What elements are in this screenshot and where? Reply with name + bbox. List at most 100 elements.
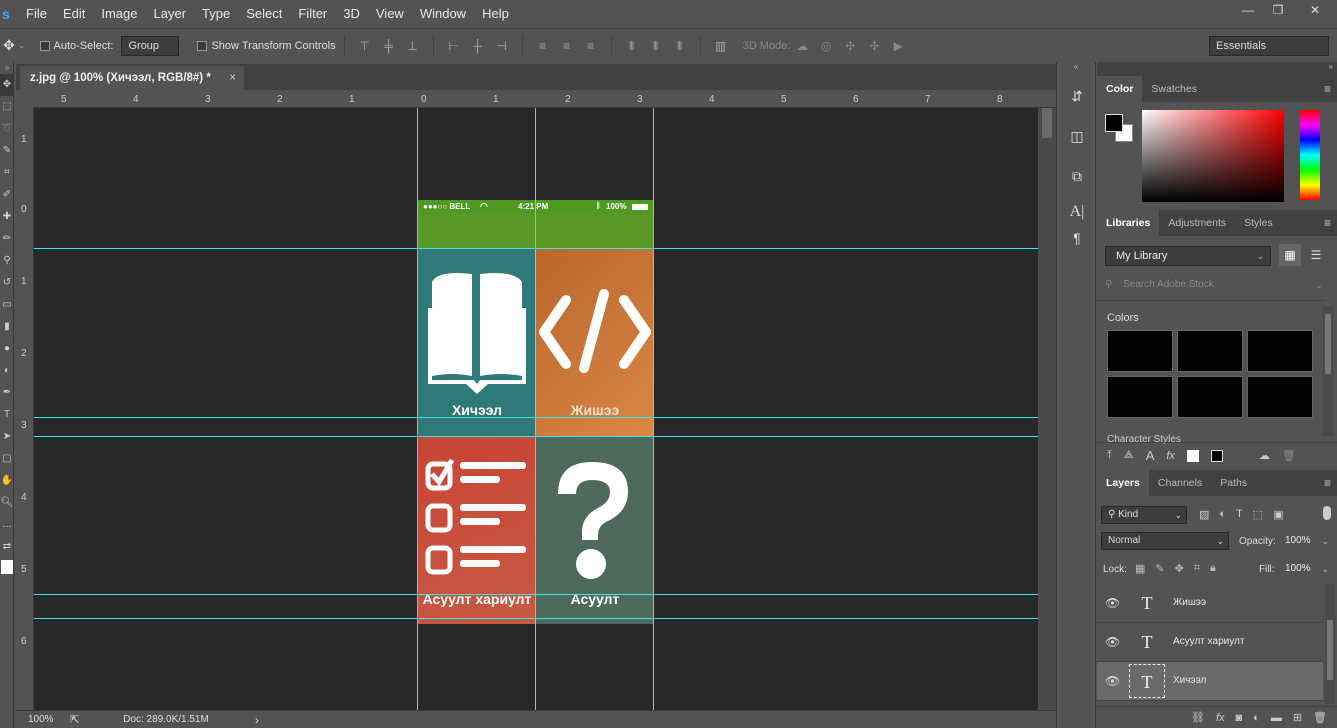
orbit-3d-icon[interactable]: ☁ bbox=[793, 38, 811, 54]
tab-swatches[interactable]: Swatches bbox=[1142, 76, 1206, 102]
canvas-vertical-scrollbar[interactable] bbox=[1038, 108, 1056, 710]
filter-type-icon[interactable]: T bbox=[1236, 508, 1243, 521]
auto-align-icon[interactable]: ▥ bbox=[712, 38, 730, 54]
creative-cloud-icon[interactable]: ☁ bbox=[1259, 449, 1270, 462]
blend-mode-dropdown[interactable]: Normal ⌄ bbox=[1101, 532, 1229, 550]
visibility-eye-icon[interactable]: 👁︎ bbox=[1105, 596, 1120, 610]
align-top-icon[interactable]: ⊤ bbox=[356, 38, 374, 54]
pan-3d-icon[interactable]: ✣ bbox=[841, 38, 859, 54]
menu-file[interactable]: File bbox=[18, 0, 55, 28]
guide-horizontal[interactable] bbox=[34, 417, 1038, 418]
collapse-panels-icon[interactable]: « bbox=[1057, 62, 1095, 76]
library-color-swatch[interactable] bbox=[1177, 376, 1243, 418]
menu-edit[interactable]: Edit bbox=[55, 0, 93, 28]
distribute-right-icon[interactable]: ⫴ bbox=[671, 38, 689, 54]
trash-icon[interactable]: 🗑︎ bbox=[1313, 711, 1327, 724]
library-color-swatch[interactable] bbox=[1247, 330, 1313, 372]
menu-view[interactable]: View bbox=[368, 0, 412, 28]
menu-help[interactable]: Help bbox=[474, 0, 517, 28]
zoom-tool-icon[interactable]: 🔍︎ bbox=[0, 492, 14, 514]
tab-adjustments[interactable]: Adjustments bbox=[1159, 210, 1235, 236]
tab-channels[interactable]: Channels bbox=[1149, 470, 1211, 496]
new-group-icon[interactable]: ▬ bbox=[1271, 712, 1282, 724]
show-transform-checkbox[interactable] bbox=[197, 40, 208, 51]
hue-slider[interactable] bbox=[1300, 110, 1320, 200]
more-tools-icon[interactable]: … bbox=[0, 514, 14, 536]
filter-adjustment-icon[interactable]: ◐ bbox=[1219, 508, 1226, 521]
layers-scrollbar[interactable] bbox=[1325, 584, 1335, 704]
distribute-bottom-icon[interactable]: ≡ bbox=[582, 38, 600, 54]
layer-mask-icon[interactable]: ◙ bbox=[1236, 712, 1243, 724]
visibility-eye-icon[interactable]: 👁︎ bbox=[1105, 635, 1120, 649]
align-bottom-icon[interactable]: ⊥ bbox=[404, 38, 422, 54]
move-tool-icon[interactable]: ✥ bbox=[0, 74, 14, 96]
slide-3d-icon[interactable]: ✢ bbox=[865, 38, 883, 54]
guide-horizontal[interactable] bbox=[34, 618, 1038, 619]
scrollbar-thumb[interactable] bbox=[1325, 314, 1331, 374]
library-dropdown[interactable]: My Library ⌄ bbox=[1105, 246, 1271, 266]
adjustment-panel-icon[interactable]: ⧉ bbox=[1057, 160, 1097, 192]
lock-all-icon[interactable]: 🔒︎ bbox=[1210, 562, 1216, 575]
tab-libraries[interactable]: Libraries bbox=[1097, 210, 1160, 236]
guide-horizontal[interactable] bbox=[34, 594, 1038, 595]
add-graphic-icon[interactable]: ⟁ bbox=[1124, 449, 1134, 462]
layer-row-selected[interactable]: 👁︎ T Хичээл bbox=[1097, 662, 1323, 701]
lock-pixels-icon[interactable]: ✎ bbox=[1155, 562, 1164, 575]
tab-layers[interactable]: Layers bbox=[1097, 470, 1149, 496]
guide-vertical[interactable] bbox=[417, 108, 418, 710]
brush-tool-icon[interactable]: ✏ bbox=[0, 228, 14, 250]
dodge-tool-icon[interactable]: ◐ bbox=[0, 360, 14, 382]
panel-menu-icon[interactable]: ≡ bbox=[1324, 476, 1331, 490]
stamp-tool-icon[interactable]: ⚲ bbox=[0, 250, 14, 272]
status-menu-chevron-icon[interactable]: › bbox=[255, 713, 259, 727]
roll-3d-icon[interactable]: ◎ bbox=[817, 38, 835, 54]
document-tab[interactable]: z.jpg @ 100% (Хичээл, RGB/8#) * × bbox=[20, 66, 244, 90]
stock-search[interactable]: ⚲ Search Adobe Stock ⌄ bbox=[1105, 276, 1327, 294]
guide-horizontal[interactable] bbox=[34, 248, 1038, 249]
layer-name[interactable]: Жишээ bbox=[1173, 597, 1206, 608]
shape-tool-icon[interactable]: ▢ bbox=[0, 448, 14, 470]
menu-image[interactable]: Image bbox=[93, 0, 145, 28]
menu-filter[interactable]: Filter bbox=[290, 0, 335, 28]
canvas-area[interactable]: ●●●○○ BELL ◠ 4:21 PM ᛒ 100% Хичээл Жишээ bbox=[34, 108, 1038, 710]
library-color-swatch[interactable] bbox=[1107, 376, 1173, 418]
guide-vertical[interactable] bbox=[535, 108, 536, 710]
align-right-icon[interactable]: ⊣ bbox=[493, 38, 511, 54]
lock-transparency-icon[interactable]: ▦ bbox=[1135, 562, 1145, 575]
distribute-top-icon[interactable]: ≡ bbox=[534, 38, 552, 54]
panel-menu-icon[interactable]: ≡ bbox=[1324, 82, 1331, 96]
swap-colors-icon[interactable]: ⇄ bbox=[0, 536, 14, 558]
healing-tool-icon[interactable]: ✚ bbox=[0, 206, 14, 228]
scrollbar-thumb[interactable] bbox=[1327, 620, 1333, 680]
distribute-hcenter-icon[interactable]: ⫴ bbox=[647, 38, 665, 54]
fill-field[interactable]: 100% ⌄ bbox=[1281, 560, 1333, 578]
restore-button[interactable]: ❐ bbox=[1263, 0, 1293, 22]
align-vcenter-icon[interactable]: ╪ bbox=[380, 38, 398, 54]
layer-name[interactable]: Хичээл bbox=[1173, 675, 1206, 686]
add-character-style-icon[interactable]: A bbox=[1146, 448, 1155, 463]
filter-smart-object-icon[interactable]: ▣ bbox=[1273, 508, 1283, 521]
panel-collapse-bar[interactable]: » bbox=[1097, 62, 1337, 76]
layer-row[interactable]: 👁︎ T Жишээ bbox=[1097, 584, 1323, 623]
path-select-tool-icon[interactable]: ➤ bbox=[0, 426, 14, 448]
lock-artboard-icon[interactable]: ⌗ bbox=[1194, 562, 1200, 575]
libraries-scrollbar[interactable] bbox=[1323, 306, 1333, 436]
collapse-toolbar-icon[interactable]: » bbox=[0, 62, 14, 74]
menu-layer[interactable]: Layer bbox=[146, 0, 195, 28]
history-brush-icon[interactable]: ↺ bbox=[0, 272, 14, 294]
tab-styles[interactable]: Styles bbox=[1235, 210, 1282, 236]
close-window-button[interactable]: ✕ bbox=[1293, 0, 1337, 22]
paragraph-panel-icon[interactable]: ¶ bbox=[1057, 222, 1097, 254]
zoom-level[interactable]: 100% bbox=[28, 714, 66, 725]
guide-horizontal[interactable] bbox=[34, 436, 1038, 437]
lock-position-icon[interactable]: ✥ bbox=[1175, 562, 1184, 575]
align-left-icon[interactable]: ⊢ bbox=[445, 38, 463, 54]
blur-tool-icon[interactable]: ● bbox=[0, 338, 14, 360]
hand-tool-icon[interactable]: ✋ bbox=[0, 470, 14, 492]
phone-mockup-image[interactable]: ●●●○○ BELL ◠ 4:21 PM ᛒ 100% Хичээл Жишээ bbox=[418, 200, 654, 624]
add-foreground-color-icon[interactable] bbox=[1186, 449, 1199, 462]
history-panel-icon[interactable]: ⇵ bbox=[1057, 80, 1097, 112]
eyedropper-tool-icon[interactable]: ✐ bbox=[0, 184, 14, 206]
tab-paths[interactable]: Paths bbox=[1211, 470, 1256, 496]
filter-toggle[interactable] bbox=[1323, 506, 1331, 520]
